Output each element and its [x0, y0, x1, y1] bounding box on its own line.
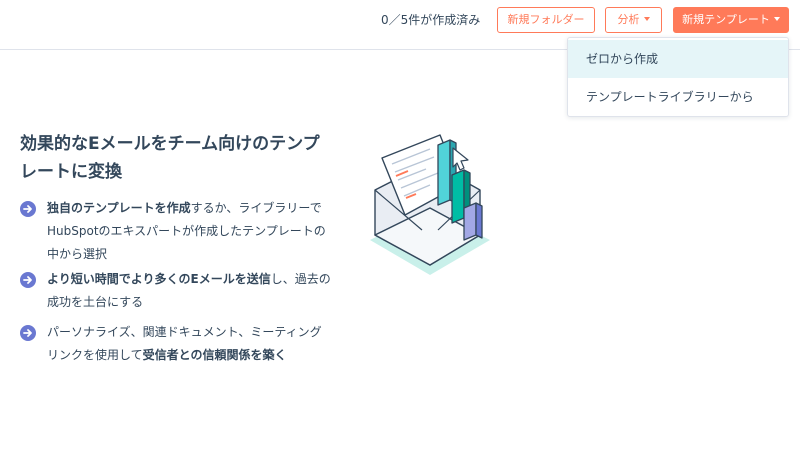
analytics-button[interactable]: 分析 — [605, 7, 662, 33]
new-folder-label: 新規フォルダー — [507, 13, 585, 26]
menu-item-label: ゼロから作成 — [586, 52, 659, 66]
feature-bullet-2: より短い時間でより多くのEメールを送信し、過去の成功を土台にする — [20, 268, 331, 316]
feature-bullet-3: パーソナライズ、関連ドキュメント、ミーティングリンクを使用して受信者との信頼関係… — [20, 321, 330, 369]
new-template-button[interactable]: 新規テンプレート — [673, 7, 789, 33]
bullet-bold-text: 受信者との信頼関係を築く — [142, 348, 287, 362]
arrow-right-icon — [20, 325, 36, 341]
template-count: 0／5件が作成済み — [381, 13, 481, 27]
analytics-label: 分析 — [617, 13, 640, 26]
menu-item-label: テンプレートライブラリーから — [586, 90, 754, 104]
email-template-illustration — [360, 130, 500, 280]
arrow-right-icon — [20, 201, 36, 217]
menu-item-from-scratch[interactable]: ゼロから作成 — [568, 40, 788, 78]
caret-down-icon — [643, 17, 650, 21]
caret-down-icon — [773, 17, 780, 21]
menu-item-from-library[interactable]: テンプレートライブラリーから — [568, 78, 788, 116]
feature-bullet-1: 独自のテンプレートを作成するか、ライブラリーでHubSpotのエキスパートが作成… — [20, 197, 330, 261]
new-folder-button[interactable]: 新規フォルダー — [497, 7, 595, 33]
bullet-bold-text: 独自のテンプレートを作成 — [47, 201, 191, 215]
new-template-menu: ゼロから作成 テンプレートライブラリーから — [567, 37, 789, 117]
arrow-right-icon — [20, 272, 36, 288]
page-headline: 効果的なEメールをチーム向けのテンプレートに変換 — [20, 134, 320, 182]
bullet-bold-text: より短い時間でより多くのEメールを送信 — [47, 272, 271, 286]
new-template-label: 新規テンプレート — [682, 13, 770, 26]
